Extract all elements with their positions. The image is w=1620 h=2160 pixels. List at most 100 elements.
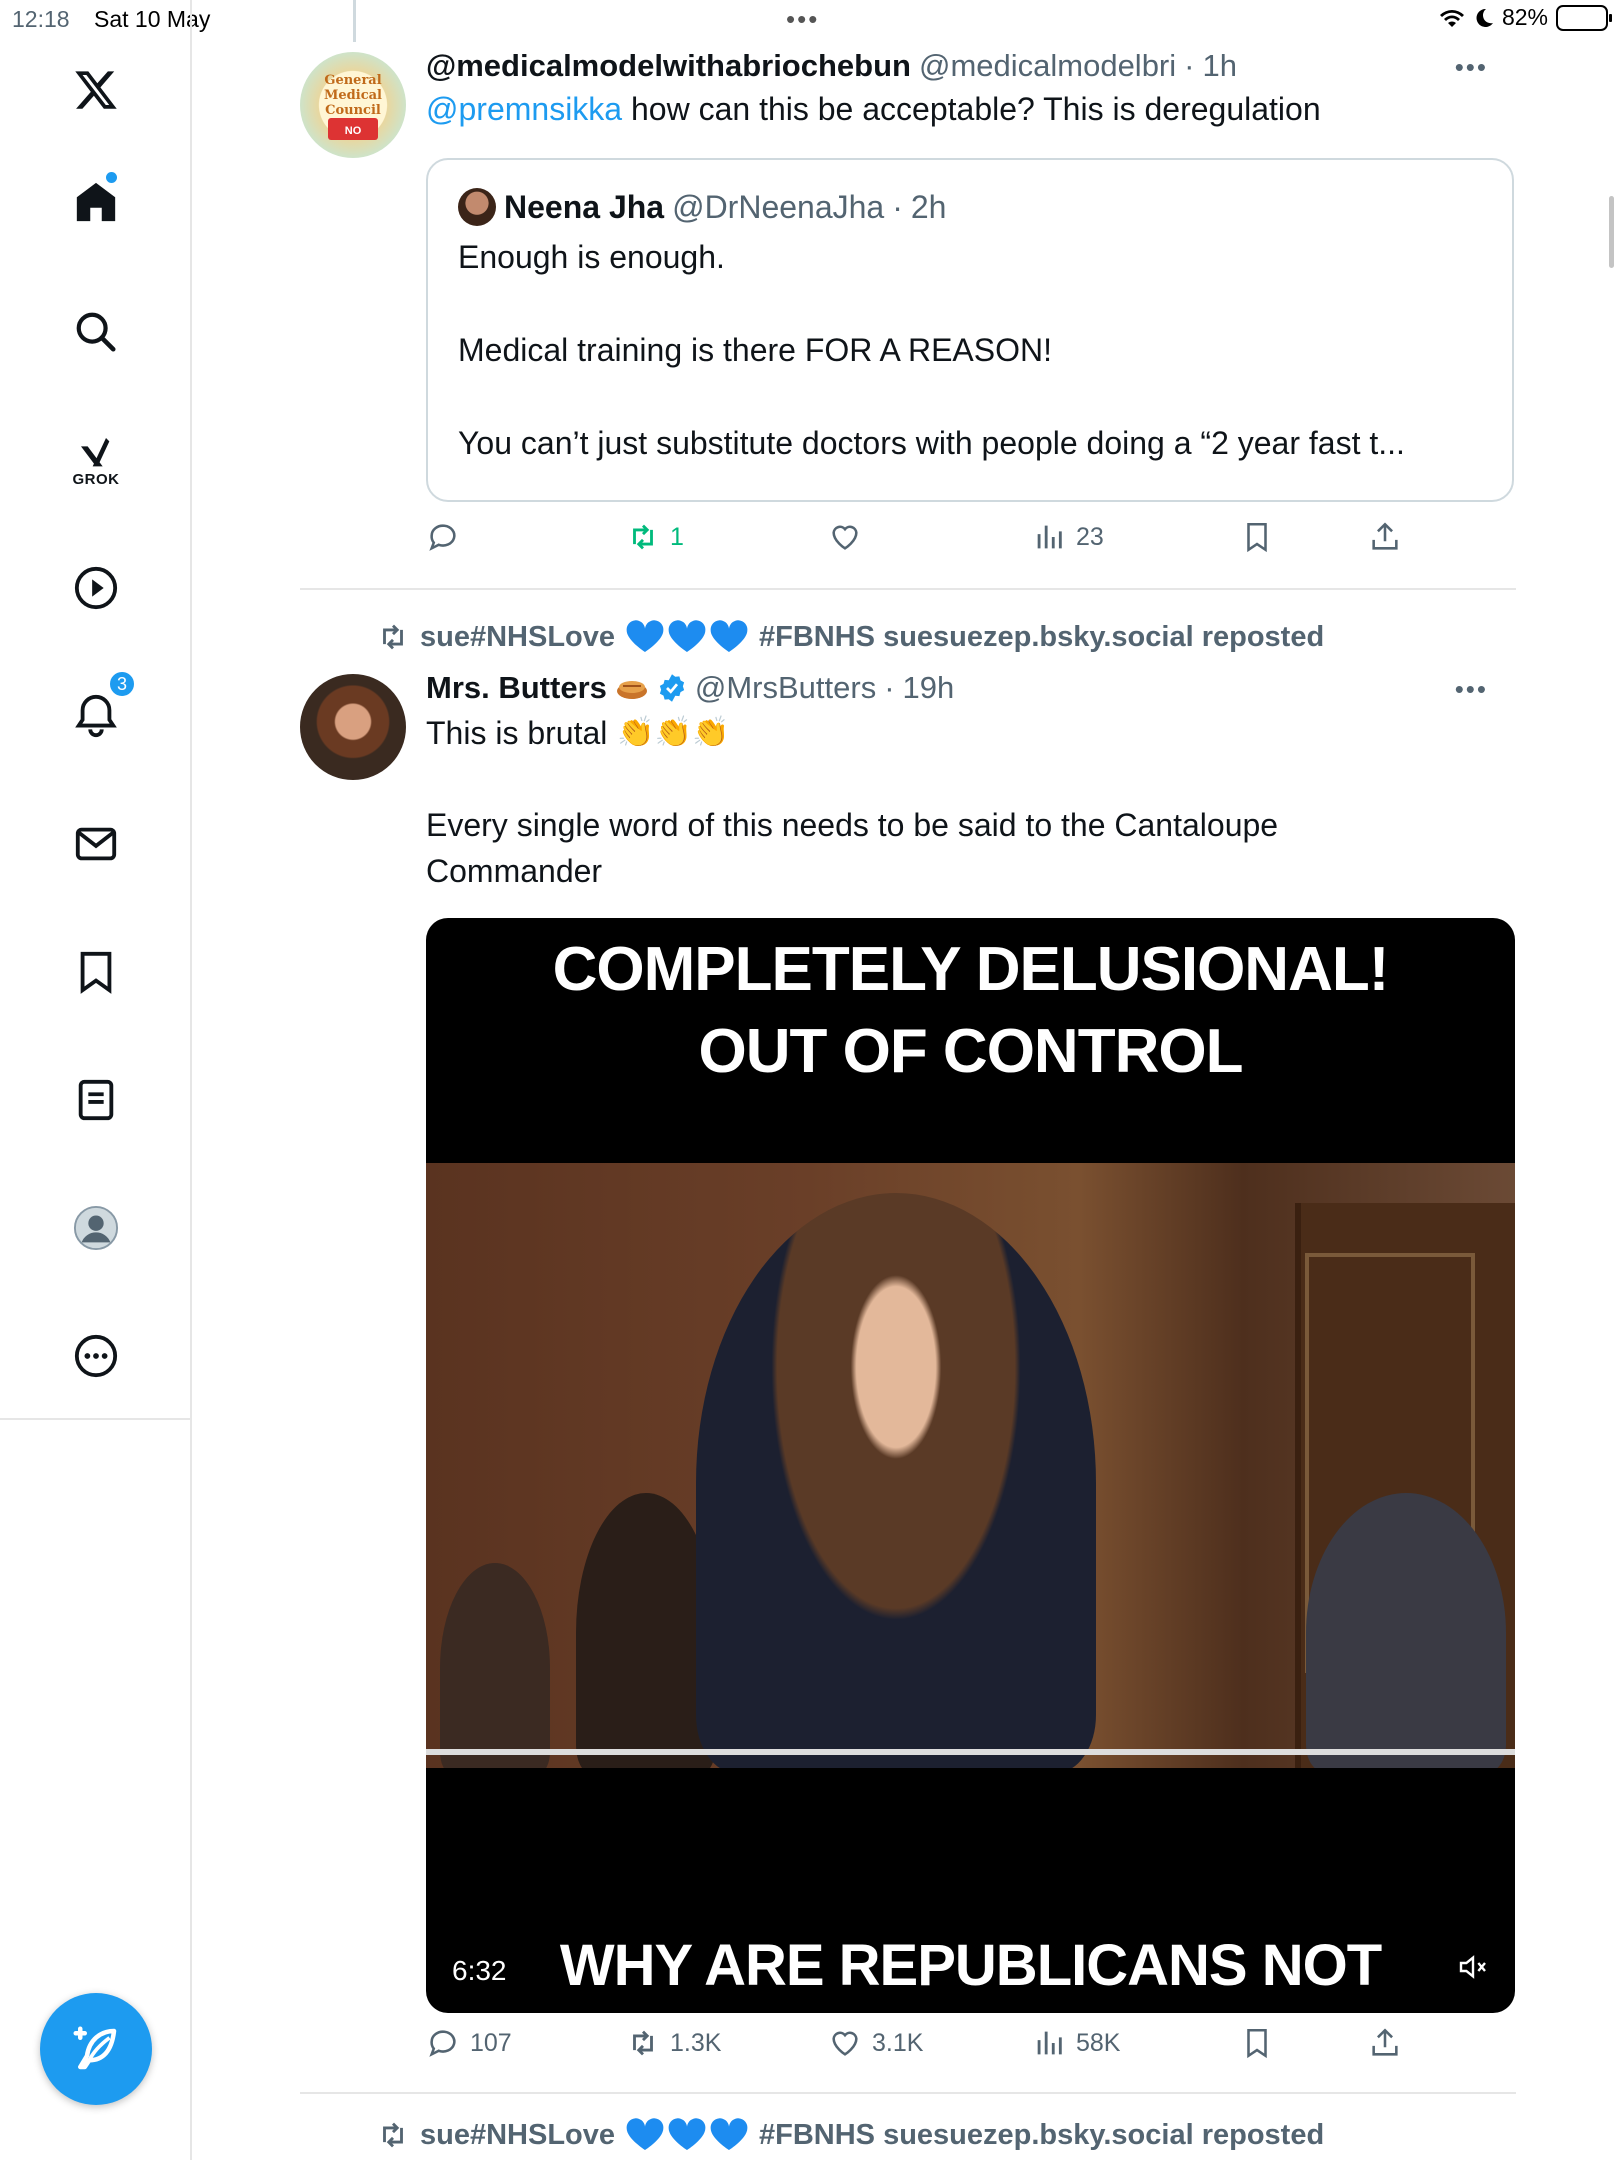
scrollbar-thumb[interactable]: [1609, 196, 1614, 268]
svg-text:General: General: [324, 73, 381, 88]
retweet-icon: [383, 2122, 403, 2148]
retweet-icon: [633, 2030, 653, 2056]
video-icon[interactable]: [56, 548, 136, 628]
table-edge: [426, 1749, 1515, 1755]
author-name[interactable]: Mrs. Butters: [426, 670, 607, 706]
blue-hearts: [625, 2118, 749, 2152]
author-handle[interactable]: @medicalmodelbri: [919, 48, 1176, 84]
repost-suffix: #FBNHS suesuezep.bsky.social reposted: [759, 2118, 1325, 2151]
reply-icon: [429, 2030, 456, 2057]
tweet-text-line-3: Commander: [426, 853, 603, 889]
tweet-medicalmodel[interactable]: General Medical Council NO @medicalmodelwit…: [300, 48, 1516, 588]
thread-connector-line: [353, 0, 356, 42]
clap-emoji-icon: 👏👏👏: [617, 716, 730, 749]
repost-indicator[interactable]: sue#NHSLove #FBNHS suesuezep.bsky.social …: [376, 620, 1324, 654]
status-bar: 12:18 Sat 10 May ••• 82%: [0, 0, 1620, 40]
quote-avatar: [458, 188, 496, 226]
video-caption-top-1: COMPLETELY DELUSIONAL!: [552, 935, 1390, 1004]
background-person: [440, 1563, 550, 1768]
like-button[interactable]: [828, 520, 862, 554]
bookmark-button[interactable]: [1240, 520, 1274, 554]
repost-indicator[interactable]: sue#NHSLove #FBNHS suesuezep.bsky.social …: [376, 2118, 1324, 2152]
share-button[interactable]: [1368, 520, 1402, 554]
more-icon[interactable]: [56, 1316, 136, 1396]
multitask-dots-icon[interactable]: •••: [786, 4, 819, 35]
bookmark-icon: [1247, 2028, 1267, 2059]
compose-post-button[interactable]: [40, 1993, 152, 2105]
blue-heart-icon: [668, 620, 706, 652]
background-person: [1306, 1493, 1506, 1768]
tweet-actions: 1 23: [426, 520, 1516, 570]
author-handle[interactable]: @MrsButters: [695, 670, 876, 706]
more-options-icon[interactable]: •••: [1455, 674, 1488, 705]
reply-button[interactable]: 107: [426, 2026, 512, 2060]
tweet-body: how can this be acceptable? This is dere…: [622, 91, 1321, 127]
retweet-button[interactable]: 1: [626, 520, 684, 554]
author-name[interactable]: @medicalmodelwithabriochebun: [426, 48, 911, 84]
tweet-divider: [300, 588, 1516, 590]
notifications-icon[interactable]: 3: [56, 670, 136, 756]
home-icon[interactable]: [56, 162, 136, 242]
video-caption-bottom: WHY ARE REPUBLICANS NOT: [559, 1933, 1382, 1998]
sidebar-divider: [190, 1420, 192, 2160]
tweet-actions: 107 1.3K 3.1K 58K: [426, 2026, 1516, 2076]
grok-icon[interactable]: GROK: [56, 420, 136, 500]
background-person: [576, 1493, 716, 1768]
tweet-text-line-2: Every single word of this needs to be sa…: [426, 807, 1279, 843]
bookmarks-icon[interactable]: [56, 932, 136, 1012]
blue-heart-icon: [710, 620, 748, 652]
svg-text:Council: Council: [325, 103, 381, 118]
moon-icon: [1476, 8, 1493, 27]
profile-icon[interactable]: [56, 1188, 136, 1268]
search-icon[interactable]: [56, 292, 136, 372]
reply-count: 107: [470, 2028, 512, 2057]
retweet-count: 1: [670, 522, 684, 551]
views-button[interactable]: 58K: [1032, 2026, 1120, 2060]
home-unread-dot: [106, 172, 117, 183]
mute-icon[interactable]: [1457, 1951, 1489, 1983]
bookmark-button[interactable]: [1240, 2026, 1274, 2060]
blue-heart-icon: [626, 2118, 664, 2150]
tweet-body: This is brutal: [426, 715, 608, 751]
pie-emoji-icon: [616, 681, 647, 699]
quote-text-line-1: Enough is enough.: [458, 239, 725, 275]
views-count: 58K: [1076, 2028, 1121, 2057]
views-button[interactable]: 23: [1032, 520, 1104, 554]
svg-text:NO: NO: [345, 125, 362, 137]
quote-author-name: Neena Jha: [504, 188, 665, 225]
avatar[interactable]: General Medical Council NO: [300, 52, 406, 158]
battery-icon: [1556, 4, 1612, 31]
tweet-text: @premnsikka how can this be acceptable? …: [426, 86, 1516, 132]
more-options-icon[interactable]: •••: [1455, 52, 1488, 83]
like-button[interactable]: 3.1K: [828, 2026, 923, 2060]
share-icon: [1372, 2028, 1398, 2056]
video-frame: [426, 1163, 1515, 1768]
reply-button[interactable]: [426, 520, 460, 554]
tweet-time[interactable]: 19h: [903, 670, 955, 706]
messages-icon[interactable]: [56, 804, 136, 884]
bookmark-icon: [1247, 522, 1267, 553]
share-button[interactable]: [1368, 2026, 1402, 2060]
retweet-button[interactable]: 1.3K: [626, 2026, 721, 2060]
reposter-name: sue#NHSLove: [420, 2118, 616, 2151]
avatar[interactable]: [300, 674, 406, 780]
wifi-icon: [1439, 9, 1464, 27]
lists-icon[interactable]: [56, 1060, 136, 1140]
video-duration: 6:32: [452, 1955, 507, 1986]
x-logo-icon[interactable]: [56, 50, 136, 130]
views-count: 23: [1076, 522, 1104, 551]
battery-percent: 82%: [1501, 4, 1548, 30]
retweet-count: 1.3K: [670, 2028, 722, 2057]
share-icon: [1372, 522, 1398, 550]
video-player[interactable]: COMPLETELY DELUSIONAL! OUT OF CONTROL WH…: [426, 918, 1515, 2013]
heart-icon: [832, 2031, 858, 2056]
verified-badge-icon: [659, 674, 684, 702]
tweet-time[interactable]: 1h: [1202, 48, 1236, 84]
svg-text:Medical: Medical: [324, 88, 382, 103]
quote-author-handle: @DrNeenaJha: [672, 188, 885, 225]
tweet-header: @medicalmodelwithabriochebun @medicalmod…: [426, 48, 1237, 84]
quote-text-line-2: Medical training is there FOR A REASON!: [458, 332, 1052, 368]
quote-tweet[interactable]: Neena Jha @DrNeenaJha · 2h Enough is eno…: [426, 158, 1514, 502]
mention-link[interactable]: @premnsikka: [426, 91, 622, 127]
views-icon: [1037, 2031, 1062, 2055]
